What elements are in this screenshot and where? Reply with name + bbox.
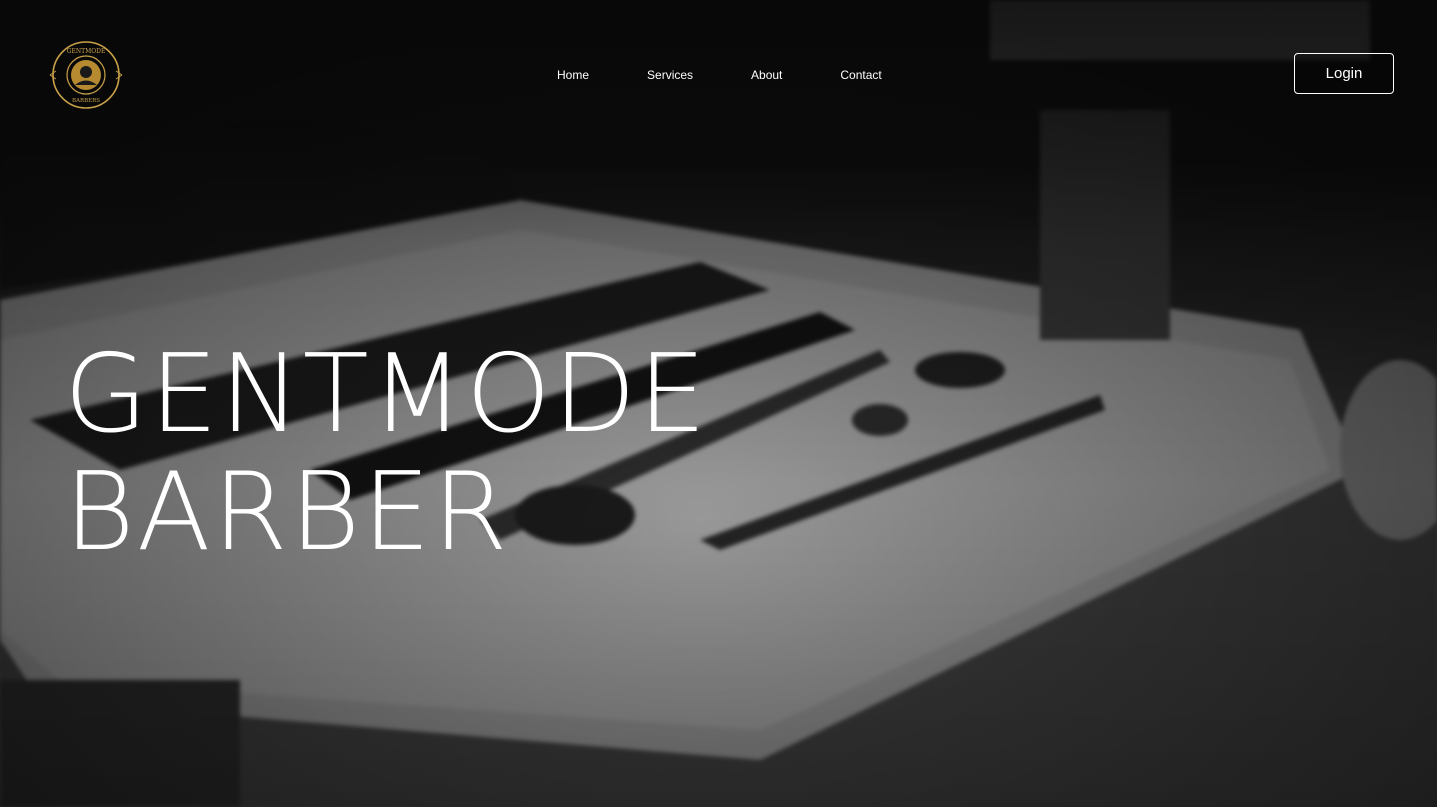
top-navigation: GENTMODE BARBERS Home Services About Con… [0,0,1437,150]
hero-title-line1: GENTMODE [64,332,709,457]
nav-about-link[interactable]: About [729,62,804,88]
logo-top-text: GENTMODE [67,48,106,55]
hero-section: GENTMODE BARBERS Home Services About Con… [0,0,1437,807]
brand-logo[interactable]: GENTMODE BARBERS [47,40,125,110]
nav-home-link[interactable]: Home [535,62,611,88]
nav-contact-link[interactable]: Contact [818,62,903,88]
hero-title-line2: BARBER [64,450,510,575]
logo-emblem-icon: GENTMODE BARBERS [49,41,123,109]
hero-title: GENTMODE BARBER [64,336,708,572]
login-button[interactable]: Login [1294,53,1394,94]
logo-bottom-text: BARBERS [72,98,100,104]
nav-services-link[interactable]: Services [625,62,715,88]
main-menu: Home Services About Contact [535,62,918,88]
